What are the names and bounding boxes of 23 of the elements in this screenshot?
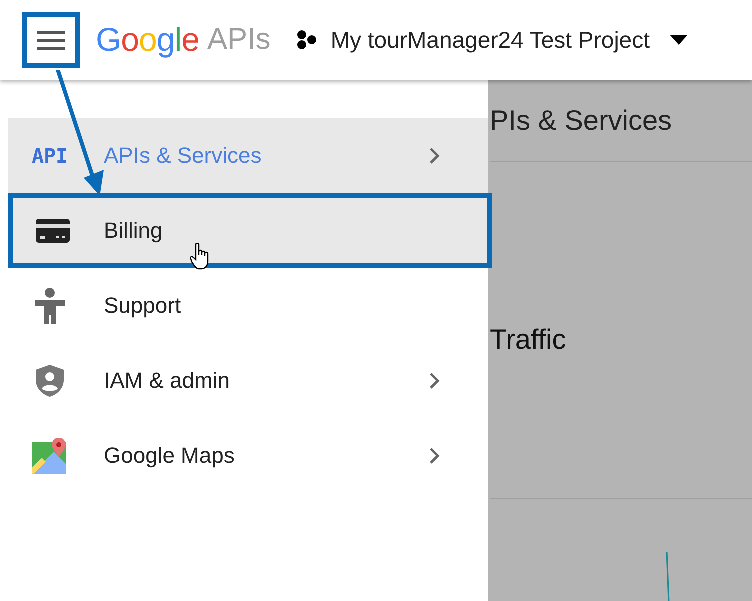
menu-icon [37,30,65,50]
caret-icon [670,35,688,45]
product-name: APIs [207,23,271,57]
menu-item[interactable]: API APIs & Services [8,118,488,193]
project-selector[interactable]: My tourManager24 Test Project [296,26,688,54]
page-title: PIs & Services [490,80,752,162]
shield-icon [36,364,64,396]
menu-item[interactable]: IAM & admin [8,343,488,418]
chevron-right-icon [430,372,440,388]
map-icon [32,438,68,474]
chart-line [666,552,670,601]
person-icon [35,288,65,324]
menu-button[interactable] [22,12,80,68]
api-icon: API [32,144,68,168]
chevron-right-icon [430,148,440,164]
menu-item[interactable]: Google Maps [8,418,488,493]
menu-item[interactable]: Billing [8,193,492,268]
logo-text: Google [96,21,200,59]
menu-item[interactable]: Support [8,268,488,343]
dots-icon [296,30,319,50]
credit-card-icon [36,218,70,242]
section-title: Traffic [490,324,752,499]
chevron-right-icon [430,448,440,464]
